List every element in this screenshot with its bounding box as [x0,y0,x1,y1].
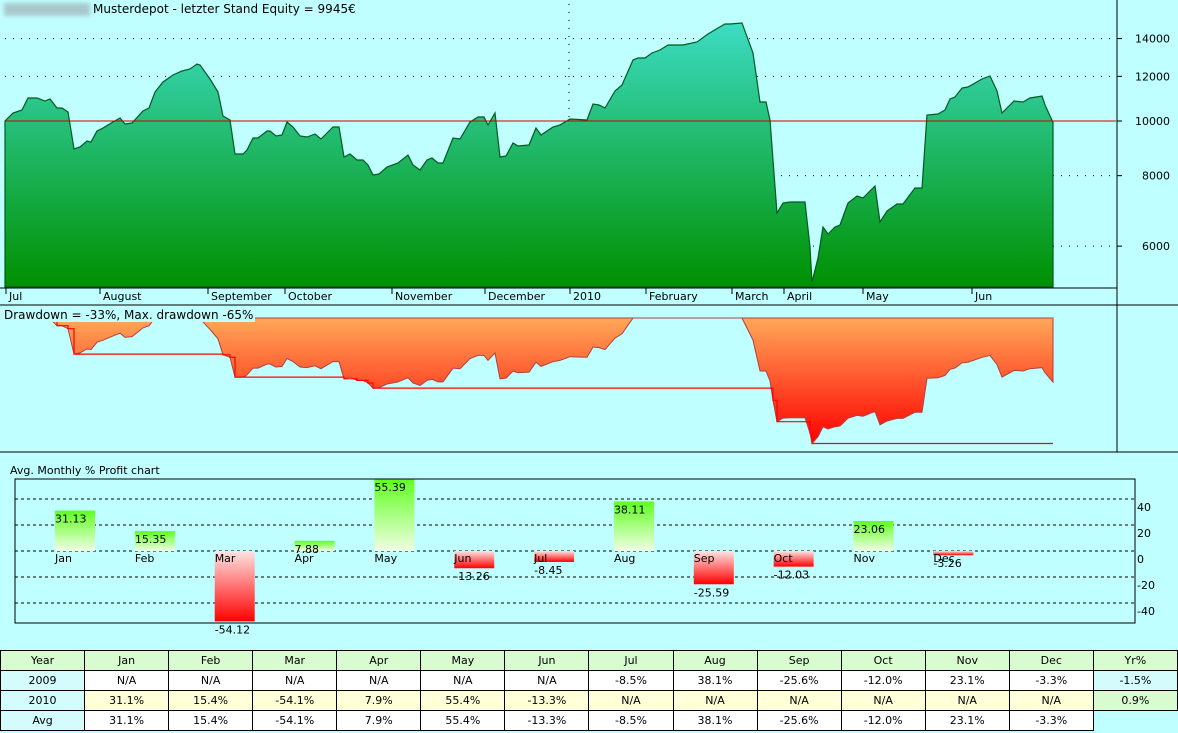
bar-category-label: May [374,552,397,565]
table-cell: -3.3% [1008,670,1094,691]
table-cell: 31.1% [84,690,170,711]
column-header: May [420,650,506,671]
monthly-profit-chart: 40200-20-40 Jan31.13Feb15.35Mar-54.12Apr… [14,478,1155,636]
bar-value-label: 38.11 [614,503,646,516]
bar-value-label: -12.03 [774,569,809,582]
y-tick-label: 40 [1137,501,1151,514]
column-header: Jan [84,650,170,671]
bar-category-label: Feb [135,552,154,565]
bar-value-label: 23.06 [854,523,886,536]
table-cell: 23.1% [924,710,1010,731]
column-header: Yr% [1092,650,1178,671]
bar-category-label: Jan [54,552,72,565]
column-header: Jul [588,650,674,671]
table-cell: N/A [924,690,1010,711]
bar-value-label: 7.88 [295,543,320,556]
column-header: Nov [924,650,1010,671]
table-header-row: Year Jan Feb Mar Apr May Jun Jul Aug Sep Oct Nov Dec… [0,650,1178,671]
table-cell: -54.1% [252,690,338,711]
table-cell: 15.4% [168,710,254,731]
table-cell: -8.5% [588,710,674,731]
row-year: 2009 [0,670,86,691]
row-year: Avg [0,710,86,731]
table-cell: -12.0% [840,710,926,731]
table-cell: N/A [84,670,170,691]
table-cell: 7.9% [336,710,422,731]
column-header: Apr [336,650,422,671]
table-cell: 55.4% [420,690,506,711]
year-total-cell: -1.5% [1092,670,1178,691]
table-cell: N/A [588,690,674,711]
table-cell: -25.6% [756,710,842,731]
bar-value-label: -3.26 [933,557,961,570]
table-cell: -12.0% [840,670,926,691]
table-cell: N/A [756,690,842,711]
column-header: Jun [504,650,590,671]
bar-value-label: 55.39 [374,481,406,494]
column-header: Aug [672,650,758,671]
bar-value-label: -54.12 [215,623,250,636]
table-row: 2010 31.1% 15.4% -54.1% 7.9% 55.4% -13.3% N/A N/… [0,690,1178,711]
table-cell: N/A [840,690,926,711]
table-cell: N/A [504,670,590,691]
table-cell: -54.1% [252,710,338,731]
table-cell: 55.4% [420,710,506,731]
table-cell: 7.9% [336,690,422,711]
y-tick-label: -40 [1137,605,1155,618]
table-row: Avg 31.1% 15.4% -54.1% 7.9% 55.4% -13.3% -8.5% 3… [0,710,1178,731]
y-tick-label: 0 [1137,553,1144,566]
column-header: Feb [168,650,254,671]
table-cell: -25.6% [756,670,842,691]
table-cell: 23.1% [924,670,1010,691]
column-header: Oct [840,650,926,671]
table-cell: -13.3% [504,690,590,711]
bar-category-label: Oct [774,552,794,565]
row-year: 2010 [0,690,86,711]
column-header: Mar [252,650,338,671]
bar-value-label: -8.45 [534,564,562,577]
table-cell: N/A [420,670,506,691]
table-cell: N/A [336,670,422,691]
column-header: Year [0,650,86,671]
bar-category-label: Sep [694,552,715,565]
bar-value-label: -25.59 [694,586,729,599]
table-cell: -3.3% [1008,710,1094,731]
bar-value-label: 15.35 [135,533,167,546]
bar-category-label: Jun [453,552,471,565]
bar-category-label: Nov [854,552,876,565]
year-total-cell [1093,711,1177,731]
y-tick-label: -20 [1137,579,1155,592]
year-total-cell: 0.9% [1092,690,1178,711]
monthly-returns-table: Year Jan Feb Mar Apr May Jun Jul Aug Sep Oct Nov Dec… [0,650,1178,731]
table-cell: 38.1% [672,670,758,691]
table-cell: -13.3% [504,710,590,731]
table-cell: N/A [1008,690,1094,711]
table-cell: 15.4% [168,690,254,711]
table-cell: N/A [672,690,758,711]
bar-category-label: Mar [215,552,236,565]
y-tick-label: 20 [1137,527,1151,540]
column-header: Dec [1008,650,1094,671]
bar-value-label: -13.26 [454,570,489,583]
table-cell: -8.5% [588,670,674,691]
bar-value-label: 31.13 [55,513,87,526]
bar-category-label: Aug [614,552,635,565]
table-cell: N/A [168,670,254,691]
table-cell: 31.1% [84,710,170,731]
table-cell: 38.1% [672,710,758,731]
table-row: 2009 N/A N/A N/A N/A N/A N/A -8.5% 38.1% -25.6% -1… [0,670,1178,691]
column-header: Sep [756,650,842,671]
table-cell: N/A [252,670,338,691]
